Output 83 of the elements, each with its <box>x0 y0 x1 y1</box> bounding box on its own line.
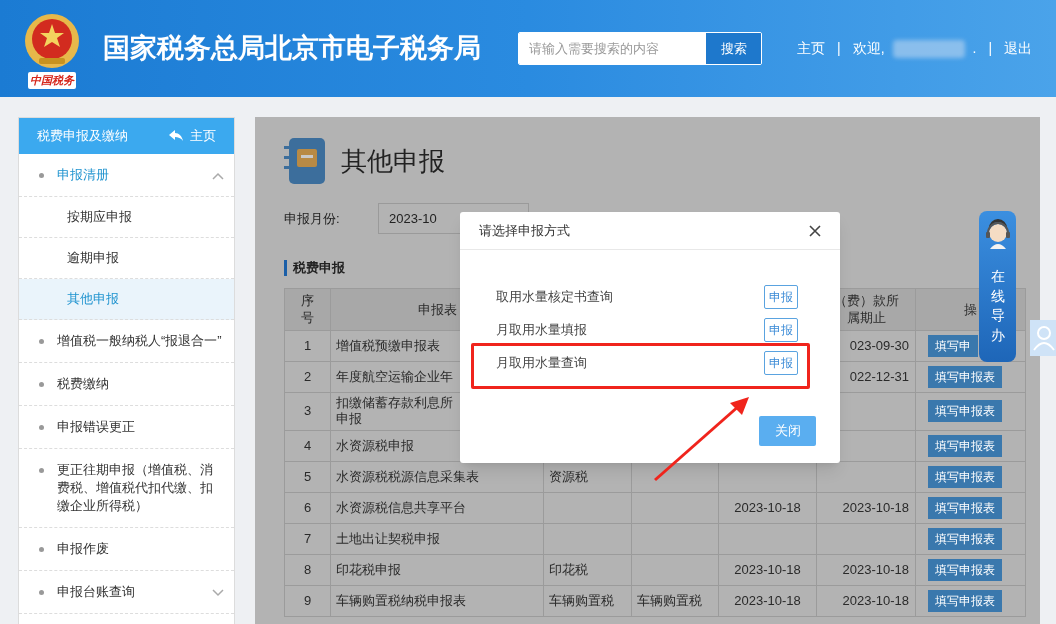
option-label: 月取用水量查询 <box>496 353 587 372</box>
sidebar-item[interactable]: 申报错误更正 <box>19 406 234 449</box>
month-label: 申报月份: <box>284 209 341 228</box>
table-cell: 9 <box>303 592 312 608</box>
sidebar-item[interactable]: 税费缴纳 <box>19 363 234 406</box>
nav-link[interactable]: 主页 <box>797 38 825 59</box>
search-field[interactable]: 请输入需要搜索的内容 搜索 <box>518 32 762 65</box>
table-cell-text: 扣缴储蓄存款利息所 <box>336 395 454 411</box>
fill-form-button[interactable]: 填写申报表 <box>928 558 1002 581</box>
nav-text: . <box>972 39 977 58</box>
table-cell: 年度航空运输企业年 <box>336 368 453 384</box>
sidebar-item[interactable]: 申报作废 <box>19 528 234 571</box>
declare-button[interactable]: 申报 <box>764 284 798 309</box>
table-cell: 资源税 <box>549 468 588 484</box>
reply-icon <box>169 130 183 142</box>
sidebar-item[interactable]: 更正往期申报（增值税、消费税、增值税代扣代缴、扣缴企业所得税） <box>19 449 234 528</box>
table-cell: 水资源税申报 <box>336 437 414 453</box>
table-cell: 2023-10-18 <box>842 592 909 608</box>
column-header: （费）款所属期止 <box>833 293 899 325</box>
chevron-down-icon <box>212 589 224 597</box>
table-cell-text: 申报 <box>336 411 363 427</box>
sidebar-subitem[interactable]: 按期应申报 <box>19 197 234 238</box>
table-cell: 4 <box>303 437 312 453</box>
logo-caption: 中国税务 <box>27 72 76 89</box>
table-cell: 5 <box>303 468 312 484</box>
sidebar-title: 税费申报及缴纳 <box>37 127 128 146</box>
declare-button[interactable]: 申报 <box>764 317 798 342</box>
column-header: 序号 <box>301 293 314 325</box>
chevron-up-icon <box>212 172 224 180</box>
nav-divider: | <box>837 39 841 58</box>
nav-link[interactable]: 退出 <box>1004 38 1033 59</box>
page-title: 其他申报 <box>341 144 445 178</box>
sidebar-subitem[interactable]: 其他申报 <box>19 279 234 320</box>
close-button[interactable]: 关闭 <box>759 416 816 446</box>
table-cell: 2023-10-18 <box>734 592 801 608</box>
fill-form-button[interactable]: 填写申报表 <box>928 365 1002 388</box>
site-title: 国家税务总局北京市电子税务局 <box>103 32 482 66</box>
table-cell: 3 <box>303 403 312 418</box>
table-cell: 2023-10-18 <box>842 561 909 577</box>
table-cell: 水资源税税源信息采集表 <box>336 468 479 484</box>
fill-form-button[interactable]: 填写申报表 <box>928 465 1002 488</box>
fill-form-button[interactable]: 填写申报表 <box>928 434 1002 457</box>
home-link[interactable]: 主页 <box>169 126 216 146</box>
table-cell: 2023-10-18 <box>734 561 801 577</box>
table-cell: 023-09-30 <box>849 337 909 353</box>
sidebar-item[interactable]: 申报清册 <box>19 154 234 197</box>
nav-text: 欢迎, <box>852 39 885 58</box>
column-header: 操 <box>964 301 977 317</box>
table-cell: 车辆购置税 <box>549 592 614 608</box>
table-cell: 6 <box>303 499 312 515</box>
table-cell: 1 <box>303 337 312 353</box>
search-button[interactable]: 搜索 <box>706 33 761 64</box>
table-cell: 2023-10-18 <box>734 499 801 515</box>
table-cell: 增值税预缴申报表 <box>336 337 440 353</box>
fill-form-button[interactable]: 填写申 <box>928 334 978 357</box>
table-cell: 8 <box>303 561 312 577</box>
column-header: 申报表 <box>417 301 457 317</box>
declare-button[interactable]: 申报 <box>764 350 798 375</box>
guide-widget[interactable]: 在线导办 <box>979 211 1016 362</box>
table-cell: 022-12-31 <box>849 368 909 384</box>
sidebar-item[interactable]: 增值税一般纳税人“报退合一” <box>19 320 234 363</box>
fill-form-button[interactable]: 填写申报表 <box>928 496 1002 519</box>
fill-form-button[interactable]: 填写申报表 <box>928 589 1002 612</box>
nav-divider: | <box>988 39 993 58</box>
emblem-icon <box>22 12 81 71</box>
close-icon[interactable] <box>809 224 821 237</box>
table-cell: 土地出让契税申报 <box>336 530 440 546</box>
option-label: 取用水量核定书查询 <box>496 287 613 306</box>
table-cell: 印花税申报 <box>336 561 401 577</box>
table-cell: 7 <box>303 530 312 546</box>
table-cell: 2 <box>303 368 312 384</box>
fill-form-button[interactable]: 填写申报表 <box>928 527 1002 550</box>
section-title: 税费申报 <box>293 259 345 277</box>
table-cell: 2023-10-18 <box>842 499 909 515</box>
notebook-icon <box>284 137 326 185</box>
option-label: 月取用水量填报 <box>496 320 587 339</box>
table-cell: 水资源税信息共享平台 <box>336 499 466 515</box>
table-cell: 印花税 <box>549 561 588 577</box>
guide-label: 在线导办 <box>990 267 1005 345</box>
table-cell: 车辆购置税纳税申报表 <box>336 592 466 608</box>
fill-form-button[interactable]: 填写申报表 <box>928 400 1002 422</box>
sidebar-item[interactable]: 申报台账查询 <box>19 571 234 614</box>
table-cell: 车辆购置税 <box>637 592 702 608</box>
